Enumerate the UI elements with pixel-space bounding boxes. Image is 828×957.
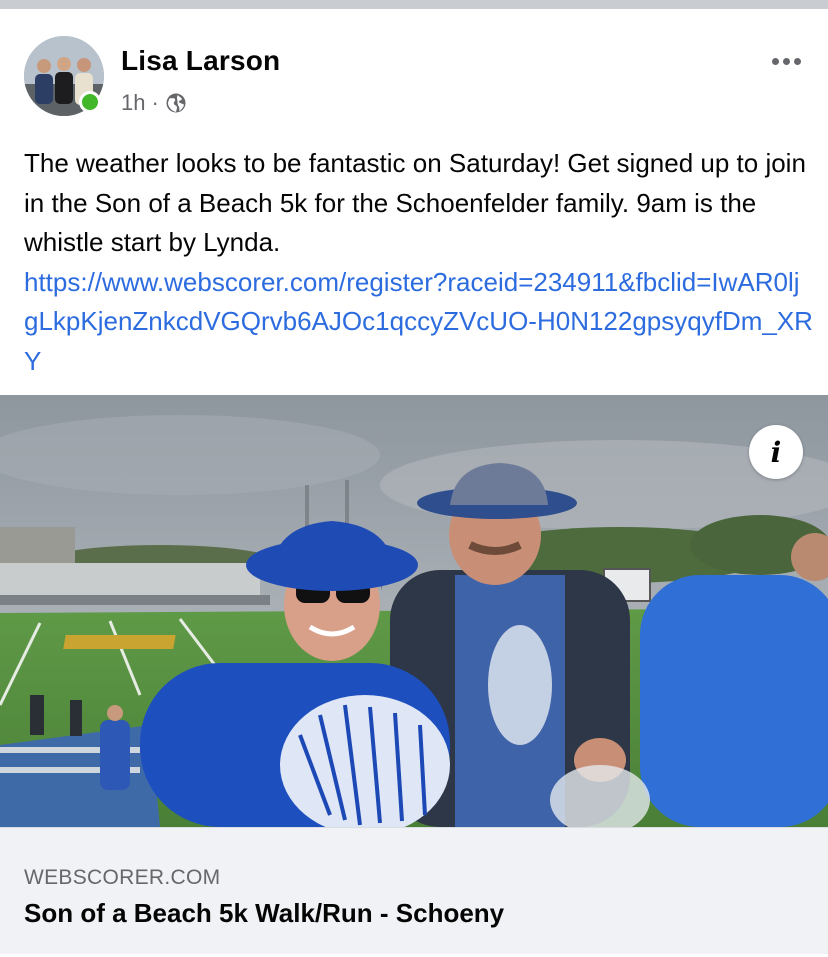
link-preview-image[interactable] (0, 395, 828, 827)
more-options-icon-dot (782, 57, 790, 65)
link-domain: WEBSCORER.COM (24, 866, 221, 889)
more-options-button[interactable] (764, 49, 808, 73)
more-options-icon-dot (771, 57, 779, 65)
info-button[interactable]: i (749, 425, 803, 479)
author-name[interactable]: Lisa Larson (121, 45, 280, 77)
link-title[interactable]: Son of a Beach 5k Walk/Run - Schoeny (24, 898, 504, 929)
info-icon: i (770, 435, 782, 469)
post-link[interactable]: https://www.webscorer.com/register?racei… (24, 267, 813, 376)
meta-separator: · (151, 90, 159, 115)
post-body: The weather looks to be fantastic on Sat… (24, 144, 814, 381)
more-options-icon-dot (793, 57, 801, 65)
post-card: Lisa Larson 1h · The weather looks to be… (0, 9, 828, 957)
post-meta: 1h · (121, 89, 187, 117)
globe-icon[interactable] (165, 92, 187, 114)
link-preview[interactable]: WEBSCORER.COM Son of a Beach 5k Walk/Run… (0, 827, 828, 954)
post-timestamp[interactable]: 1h (121, 90, 145, 116)
feed-separator (0, 0, 828, 9)
online-status-indicator (79, 91, 101, 113)
post-message: The weather looks to be fantastic on Sat… (24, 148, 806, 257)
